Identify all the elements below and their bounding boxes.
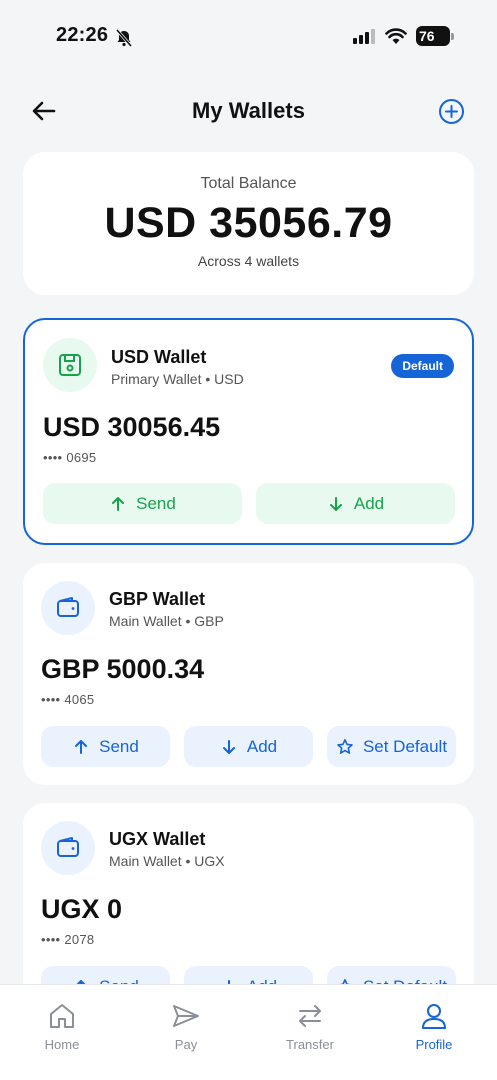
wallet-icon bbox=[57, 837, 79, 857]
wallet-icon-wrap bbox=[41, 581, 95, 635]
status-bar: 22:26 76 bbox=[0, 0, 497, 72]
wallet-balance: UGX 0 bbox=[41, 894, 123, 924]
wallet-icon-wrap bbox=[43, 338, 97, 392]
page-title: My Wallets bbox=[192, 98, 305, 123]
wallet-subtitle: Main Wallet • GBP bbox=[109, 613, 224, 629]
set-default-button-label: Set Default bbox=[362, 736, 448, 756]
wifi-icon bbox=[385, 28, 407, 44]
send-plane-icon bbox=[173, 1005, 199, 1027]
total-balance-label: Total Balance bbox=[200, 175, 297, 192]
nav-profile[interactable]: Profile bbox=[394, 1001, 474, 1052]
send-button-label: Send bbox=[99, 736, 139, 756]
star-icon bbox=[337, 738, 353, 754]
wallet-account-number: •••• 4065 bbox=[41, 692, 95, 707]
save-disk-icon bbox=[59, 354, 81, 376]
total-balance-subtitle: Across 4 wallets bbox=[197, 253, 300, 269]
nav-pay-label: Pay bbox=[174, 1037, 198, 1052]
wallet-account-number: •••• 0695 bbox=[43, 450, 97, 465]
add-button[interactable]: Add bbox=[256, 483, 455, 524]
user-icon bbox=[422, 1004, 446, 1029]
send-button[interactable]: Send bbox=[43, 483, 242, 524]
add-button-label: Add bbox=[246, 736, 278, 756]
set-default-button[interactable]: Set Default bbox=[327, 726, 456, 767]
arrow-up-icon bbox=[112, 496, 125, 511]
status-time: 22:26 bbox=[56, 24, 109, 46]
wallet-name: UGX Wallet bbox=[109, 829, 206, 849]
total-balance-card: Total Balance USD 35056.79 Across 4 wall… bbox=[23, 152, 474, 295]
nav-profile-label: Profile bbox=[415, 1037, 453, 1052]
add-button-label: Add bbox=[353, 493, 385, 513]
wallet-icon bbox=[57, 597, 79, 617]
arrow-up-icon bbox=[75, 739, 88, 754]
send-button-label: Send bbox=[136, 493, 176, 513]
total-balance-amount: USD 35056.79 bbox=[104, 199, 393, 247]
arrow-down-icon bbox=[329, 496, 342, 511]
signal-icon bbox=[353, 29, 375, 44]
battery-indicator: 76 bbox=[416, 26, 454, 46]
wallet-card-gbp[interactable]: GBP Wallet Main Wallet • GBP GBP 5000.34… bbox=[23, 563, 474, 785]
nav-home[interactable]: Home bbox=[22, 1001, 102, 1052]
send-button[interactable]: Send bbox=[41, 726, 170, 767]
nav-transfer[interactable]: Transfer bbox=[270, 1001, 350, 1052]
wallet-name: USD Wallet bbox=[111, 347, 207, 367]
wallet-subtitle: Primary Wallet • USD bbox=[111, 371, 244, 387]
transfer-arrows-icon bbox=[299, 1005, 321, 1027]
nav-home-label: Home bbox=[44, 1037, 80, 1052]
nav-pay[interactable]: Pay bbox=[146, 1001, 226, 1052]
wallet-icon-wrap bbox=[41, 821, 95, 875]
bottom-nav: Home Pay Transfer Profile bbox=[0, 984, 497, 1080]
bell-muted-icon bbox=[115, 29, 133, 47]
wallet-balance: GBP 5000.34 bbox=[41, 654, 205, 684]
default-badge: Default bbox=[391, 354, 454, 378]
header: My Wallets bbox=[0, 86, 497, 136]
arrow-down-icon bbox=[222, 739, 235, 754]
nav-transfer-label: Transfer bbox=[286, 1037, 334, 1052]
add-circle-icon[interactable] bbox=[438, 98, 465, 125]
add-button[interactable]: Add bbox=[184, 726, 313, 767]
wallet-name: GBP Wallet bbox=[109, 589, 206, 609]
home-icon bbox=[50, 1004, 74, 1028]
wallet-subtitle: Main Wallet • UGX bbox=[109, 853, 225, 869]
wallet-balance: USD 30056.45 bbox=[43, 412, 221, 442]
wallet-account-number: •••• 2078 bbox=[41, 932, 95, 947]
wallet-card-usd[interactable]: USD Wallet Primary Wallet • USD Default … bbox=[23, 318, 474, 545]
